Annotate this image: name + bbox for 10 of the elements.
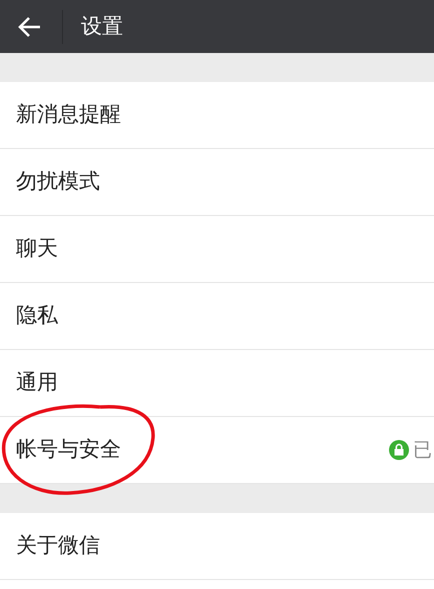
menu-item-label[interactable]: 关于微信 bbox=[16, 530, 100, 562]
status-text: 已 bbox=[413, 438, 432, 463]
menu-item-label[interactable]: 隐私 bbox=[16, 300, 58, 332]
menu-item-label[interactable]: 勿扰模式 bbox=[16, 166, 100, 198]
menu-item-label[interactable]: 通用 bbox=[16, 367, 58, 399]
menu-item-label[interactable]: 新消息提醒 bbox=[16, 99, 121, 131]
window-title: 设置 bbox=[81, 12, 123, 40]
lock-icon bbox=[389, 440, 409, 460]
back-arrow-icon[interactable] bbox=[18, 16, 42, 38]
menu-item-label[interactable]: 聊天 bbox=[16, 233, 58, 265]
